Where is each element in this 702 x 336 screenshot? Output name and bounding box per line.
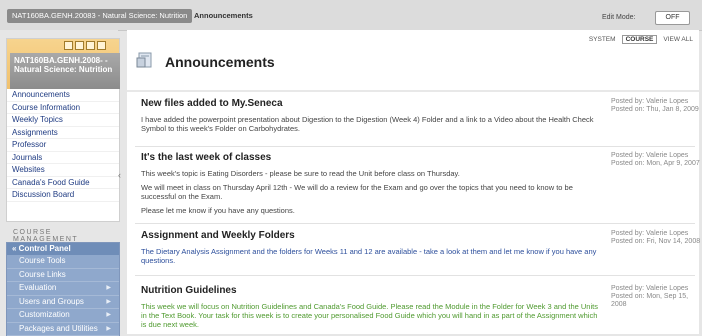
- course-menu-item[interactable]: Announcements: [7, 89, 119, 102]
- breadcrumb-current-page: Announcements: [194, 9, 253, 23]
- submenu-arrow-icon: ▶: [106, 282, 111, 295]
- edit-mode-toggle[interactable]: OFF: [655, 11, 690, 25]
- control-panel-item[interactable]: Course Links: [7, 269, 119, 283]
- course-management-label: COURSE MANAGEMENT: [13, 229, 118, 243]
- breadcrumb-bar: NAT160BA.GENH.20083 - Natural Science: N…: [0, 0, 702, 31]
- announcement-body: This week's topic is Eating Disorders - …: [141, 169, 601, 215]
- course-menu-list: Announcements Course Information Weekly …: [7, 89, 119, 202]
- control-panel-header[interactable]: « Control Panel: [7, 243, 119, 255]
- divider: [135, 275, 695, 276]
- announcement-body: The Dietary Analysis Assignment and the …: [141, 247, 601, 265]
- list-view-icon[interactable]: [64, 41, 73, 50]
- announcement-item: It's the last week of classes This week'…: [141, 152, 701, 220]
- course-menu-view-icons: [62, 41, 106, 52]
- announcement-body: I have added the powerpoint presentation…: [141, 115, 601, 133]
- course-menu-item[interactable]: Websites: [7, 164, 119, 177]
- control-panel: « Control Panel Course Tools Course Link…: [6, 242, 120, 336]
- refresh-icon[interactable]: [97, 41, 106, 50]
- submenu-arrow-icon: ▶: [106, 309, 111, 322]
- announcement-meta: Posted by: Valerie Lopes Posted on: Mon,…: [611, 285, 701, 309]
- submenu-arrow-icon: ▶: [106, 296, 111, 309]
- collapse-sidebar-icon[interactable]: ‹: [118, 167, 125, 183]
- tab-view-all[interactable]: VIEW ALL: [663, 36, 693, 43]
- announcement-meta: Posted by: Valerie Lopes Posted on: Thu,…: [611, 98, 701, 114]
- course-menu-item[interactable]: Journals: [7, 152, 119, 165]
- course-menu-item[interactable]: Discussion Board: [7, 189, 119, 202]
- submenu-arrow-icon: ▶: [106, 323, 111, 336]
- folder-view-icon[interactable]: [75, 41, 84, 50]
- announcement-item: New files added to My.Seneca I have adde…: [141, 98, 701, 138]
- course-menu-item[interactable]: Professor: [7, 139, 119, 152]
- control-panel-item[interactable]: Course Tools: [7, 255, 119, 269]
- announcement-body: This week we will focus on Nutrition Gui…: [141, 302, 601, 329]
- collapse-arrow-icon: «: [12, 244, 19, 253]
- control-panel-item[interactable]: Customization▶: [7, 309, 119, 323]
- tab-system[interactable]: SYSTEM: [589, 36, 616, 43]
- edit-mode-label: Edit Mode:: [602, 14, 635, 21]
- detail-view-icon[interactable]: [86, 41, 95, 50]
- divider: [135, 146, 695, 147]
- control-panel-list: Course Tools Course Links Evaluation▶ Us…: [7, 255, 119, 336]
- view-tabs: SYSTEM COURSE VIEW ALL: [583, 36, 693, 43]
- course-menu: NAT160BA.GENH.2008‑ - Natural Science: N…: [6, 38, 120, 222]
- announcement-item: Assignment and Weekly Folders The Dietar…: [141, 230, 701, 270]
- control-panel-item[interactable]: Users and Groups▶: [7, 296, 119, 310]
- control-panel-title: Control Panel: [19, 244, 71, 253]
- sidebar: NAT160BA.GENH.2008‑ - Natural Science: N…: [0, 30, 118, 334]
- course-menu-item[interactable]: Course Information: [7, 102, 119, 115]
- course-menu-header: NAT160BA.GENH.2008‑ - Natural Science: N…: [7, 39, 119, 89]
- tab-course[interactable]: COURSE: [622, 35, 658, 44]
- course-menu-item[interactable]: Canada's Food Guide: [7, 177, 119, 190]
- page-title: Announcements: [165, 54, 275, 70]
- breadcrumb-course-link[interactable]: NAT160BA.GENH.20083 - Natural Science: N…: [7, 9, 192, 23]
- announcement-meta: Posted by: Valerie Lopes Posted on: Mon,…: [611, 152, 701, 168]
- announcement-icon: [136, 51, 154, 69]
- course-menu-title[interactable]: NAT160BA.GENH.2008‑ - Natural Science: N…: [10, 53, 120, 89]
- announcement-meta: Posted by: Valerie Lopes Posted on: Fri,…: [611, 230, 701, 246]
- announcement-item: Nutrition Guidelines This week we will f…: [141, 285, 701, 334]
- divider: [135, 223, 695, 224]
- course-menu-item[interactable]: Assignments: [7, 127, 119, 140]
- content-area: SYSTEM COURSE VIEW ALL Announcements New f…: [127, 30, 699, 334]
- course-menu-item[interactable]: Weekly Topics: [7, 114, 119, 127]
- page-header: Announcements: [127, 44, 699, 80]
- control-panel-item[interactable]: Evaluation▶: [7, 282, 119, 296]
- header-divider: [127, 90, 699, 92]
